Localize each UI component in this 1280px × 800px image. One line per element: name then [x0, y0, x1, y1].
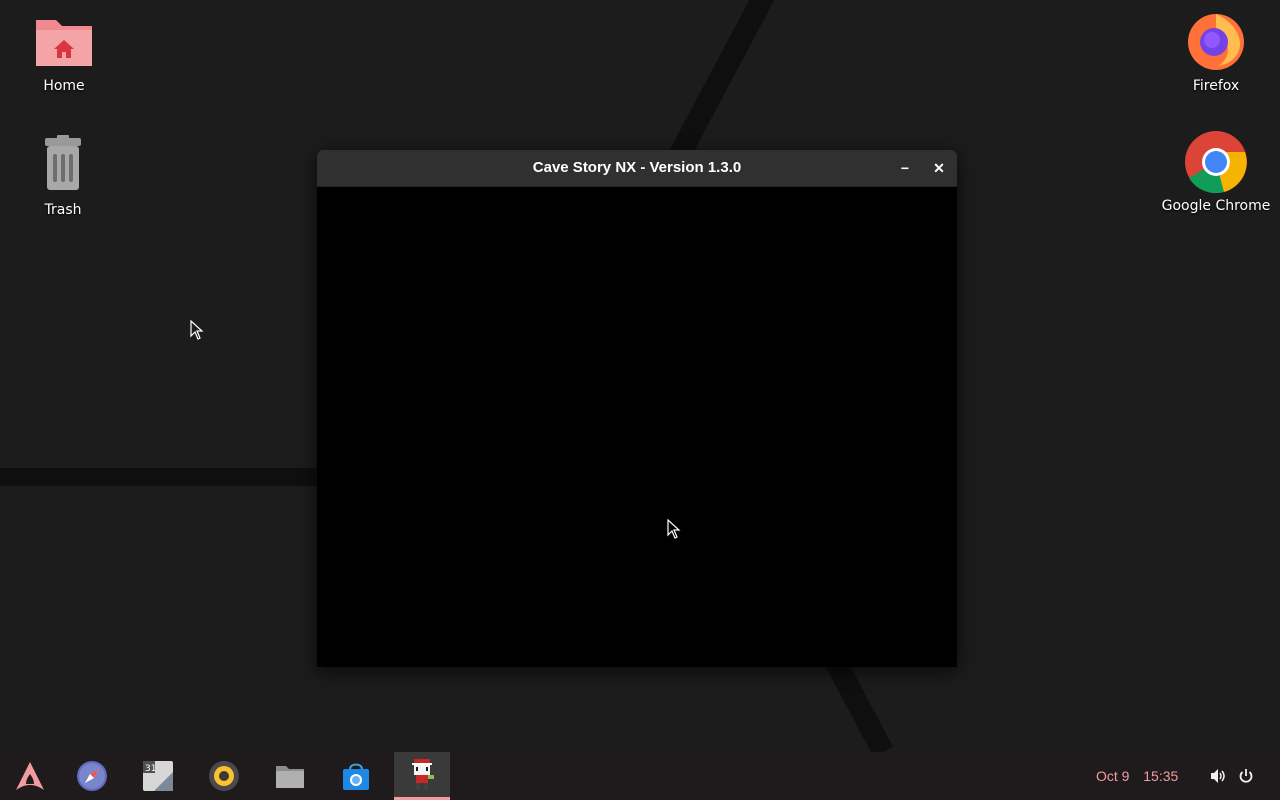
desktop-icon-label: Trash [44, 202, 82, 218]
taskbar-files[interactable] [262, 752, 318, 800]
power-icon [1239, 769, 1253, 783]
taskbar-cave-story[interactable] [394, 752, 450, 800]
taskbar-clock[interactable]: Oct 9 15:35 [1096, 752, 1178, 800]
store-bag-icon [343, 763, 369, 790]
taskbar-software-store[interactable] [328, 752, 384, 800]
wallpaper-line [666, 0, 780, 167]
taskbar-app-menu[interactable] [2, 752, 58, 800]
close-button[interactable]: ✕ [927, 156, 951, 180]
compass-icon [77, 761, 107, 791]
taskbar-music-player[interactable] [196, 752, 252, 800]
wallpaper-line [0, 468, 318, 486]
window-titlebar[interactable]: Cave Story NX - Version 1.3.0 − ✕ [317, 150, 957, 187]
desktop-icon-trash[interactable]: Trash [3, 134, 123, 218]
clock-date: Oct 9 [1096, 768, 1130, 784]
taskbar-calendar[interactable]: 31 [130, 752, 186, 800]
mouse-pointer-icon [667, 519, 681, 539]
speaker-icon [209, 761, 239, 791]
minimize-icon: − [900, 160, 910, 176]
desktop-icon-firefox[interactable]: Firefox [1156, 10, 1276, 94]
minimize-button[interactable]: − [893, 156, 917, 180]
taskbar: 31 Oct 9 15:35 [0, 752, 1280, 800]
firefox-icon [1184, 10, 1248, 74]
folder-icon [276, 766, 304, 788]
tray-power-button[interactable] [1234, 764, 1258, 788]
app-window[interactable]: Cave Story NX - Version 1.3.0 − ✕ [317, 150, 957, 667]
mouse-pointer-icon [190, 320, 204, 340]
window-title: Cave Story NX - Version 1.3.0 [532, 159, 742, 176]
home-folder-icon [32, 10, 96, 74]
desktop-icon-label: Google Chrome [1161, 198, 1271, 214]
clock-time: 15:35 [1143, 768, 1179, 784]
game-canvas[interactable] [317, 187, 957, 667]
trash-icon [31, 134, 95, 198]
quote-sprite-icon [412, 758, 434, 789]
desktop-icon-chrome[interactable]: Google Chrome [1156, 130, 1276, 214]
volume-icon [1211, 769, 1225, 783]
desktop-icon-home[interactable]: Home [4, 10, 124, 94]
desktop-icon-label: Firefox [1192, 78, 1240, 94]
desktop-background: Home Trash Firefox Google Chrome Cave St… [0, 0, 1280, 752]
arch-logo-icon [16, 762, 44, 790]
tray-volume-button[interactable] [1206, 764, 1230, 788]
desktop-icon-label: Home [43, 78, 85, 94]
close-icon: ✕ [933, 160, 945, 176]
calendar-day: 31 [145, 764, 156, 774]
calendar-icon: 31 [143, 761, 173, 791]
chrome-icon [1184, 130, 1248, 194]
taskbar-web-browser[interactable] [64, 752, 120, 800]
